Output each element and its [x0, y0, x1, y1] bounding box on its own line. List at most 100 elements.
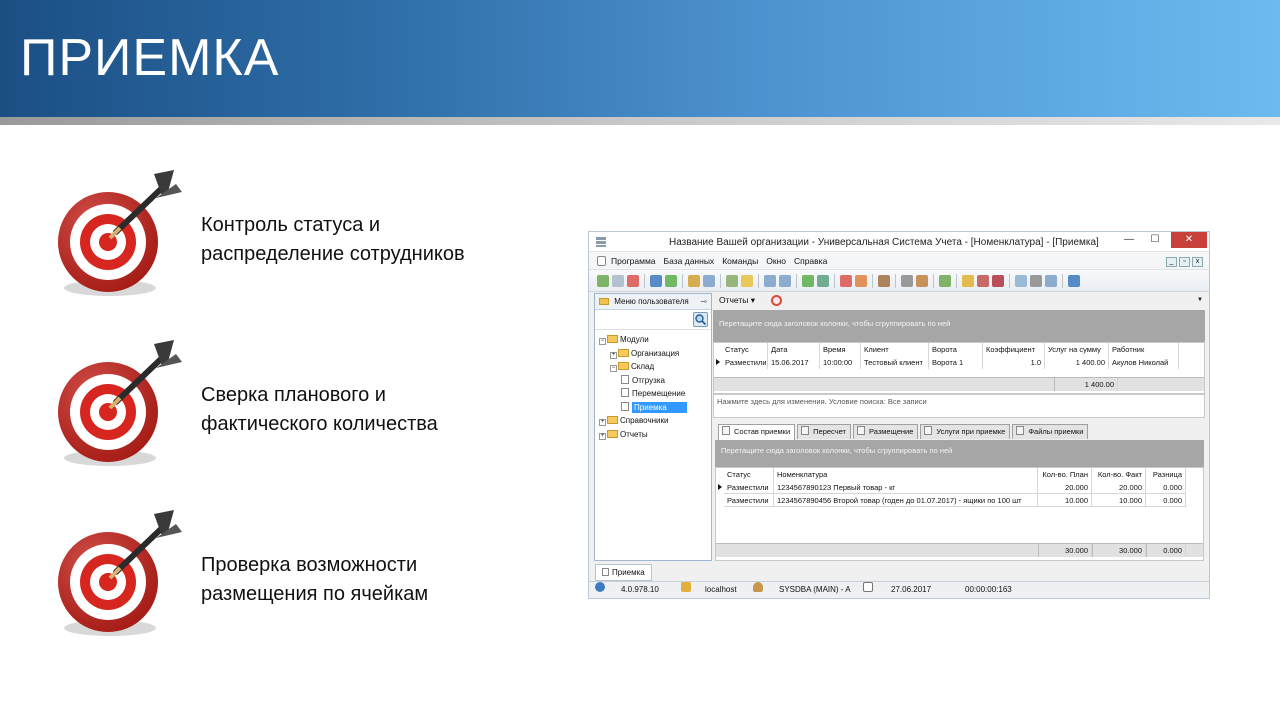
toolbar-button-icon[interactable] — [916, 274, 928, 287]
version-label: 4.0.978.10 — [621, 585, 659, 594]
toolbar-button-icon[interactable] — [612, 274, 624, 287]
window-title: Название Вашей организации - Универсальн… — [669, 237, 1099, 248]
tree-item[interactable]: Отгрузка — [595, 374, 711, 388]
search-button[interactable] — [693, 312, 708, 327]
column-header[interactable]: Дата — [768, 343, 820, 356]
menu-item[interactable]: Команды — [722, 256, 758, 266]
toolbar-button-icon[interactable] — [741, 274, 753, 287]
table-cell: 20.000 — [1092, 481, 1146, 494]
column-header[interactable]: Кол-во. План — [1038, 468, 1092, 481]
reports-dropdown[interactable]: Отчеты ▾ — [719, 295, 755, 306]
window-titlebar: Название Вашей организации - Универсальн… — [589, 232, 1209, 252]
column-header[interactable]: Время — [820, 343, 861, 356]
stop-icon[interactable] — [771, 295, 782, 306]
toolbar-button-icon[interactable] — [764, 274, 776, 287]
detail-tab[interactable]: Состав приемки — [718, 424, 796, 440]
bullet-line: Сверка планового и — [201, 384, 386, 406]
tree-item[interactable]: + Отчеты — [595, 428, 711, 442]
tree-item[interactable]: − Склад — [595, 360, 711, 374]
column-header[interactable]: Статус — [722, 343, 768, 356]
table-cell: 10.000 — [1092, 494, 1146, 507]
toolbar-button-icon[interactable] — [962, 274, 974, 287]
detail-tab[interactable]: Файлы приемки — [1012, 424, 1089, 439]
toolbar-button-icon[interactable] — [878, 274, 890, 287]
mdi-minimize-button[interactable]: _ — [1166, 257, 1177, 267]
toolbar-button-icon[interactable] — [840, 274, 852, 287]
toolbar-button-icon[interactable] — [688, 274, 700, 287]
table-cell: Тестовый клиент — [861, 356, 929, 369]
toolbar-button-icon[interactable] — [817, 274, 829, 287]
tree-item[interactable]: Приемка — [595, 401, 711, 415]
menu-item[interactable]: База данных — [664, 256, 715, 266]
expand-icon[interactable]: + — [599, 432, 606, 440]
toolbar-button-icon[interactable] — [703, 274, 715, 287]
menu-item[interactable]: Справка — [794, 256, 827, 266]
detail-tab-label: Файлы приемки — [1028, 427, 1084, 436]
table-cell: Разместили — [724, 494, 774, 507]
maximize-button[interactable]: ☐ — [1143, 232, 1167, 248]
toolbar-button-icon[interactable] — [1030, 274, 1042, 287]
mdi-restore-button[interactable]: ▫ — [1179, 257, 1190, 267]
table-row[interactable]: Разместили 1234567890456 Второй товар (го… — [716, 494, 1186, 507]
detail-tab[interactable]: Услуги при приемке — [920, 424, 1011, 439]
toolbar-button-icon[interactable] — [1068, 274, 1080, 287]
column-header[interactable]: Коэффициент — [983, 343, 1045, 356]
toolbar-button-icon[interactable] — [1045, 274, 1057, 287]
toolbar-button-icon[interactable] — [992, 274, 1004, 287]
folder-icon — [599, 298, 609, 305]
filter-bar[interactable]: Нажмите здесь для изменения. Условие пои… — [713, 394, 1205, 418]
toolbar-button-icon[interactable] — [901, 274, 913, 287]
menu-item[interactable]: Программа — [611, 256, 656, 266]
document-tab-priemka[interactable]: Приемка — [595, 564, 652, 581]
column-header[interactable]: Кол-во. Факт — [1092, 468, 1146, 481]
detail-group-by-bar[interactable]: Перетащите сюда заголовок колонки, чтобы… — [715, 440, 1204, 467]
toolbar-button-icon[interactable] — [665, 274, 677, 287]
toolbar-separator — [682, 273, 683, 288]
menu-item[interactable]: Окно — [766, 256, 786, 266]
toolbar-button-icon[interactable] — [779, 274, 791, 287]
column-header[interactable]: Клиент — [861, 343, 929, 356]
tree-item[interactable]: + Справочники — [595, 414, 711, 428]
tree-item[interactable]: Перемещение — [595, 387, 711, 401]
detail-tab[interactable]: Размещение — [853, 424, 919, 439]
column-header[interactable]: Статус — [724, 468, 774, 481]
toolbar-separator — [1009, 273, 1010, 288]
toolbar-button-icon[interactable] — [977, 274, 989, 287]
receipts-grid-footer: 1 400.00 — [714, 377, 1204, 391]
tree-item-label: Склад — [631, 362, 655, 371]
toolbar-button-icon[interactable] — [627, 274, 639, 287]
column-header[interactable]: Услуг на сумму — [1045, 343, 1109, 356]
minimize-button[interactable]: — — [1117, 232, 1141, 248]
tree-item-label: Перемещение — [632, 389, 686, 398]
toolbar-button-icon[interactable] — [939, 274, 951, 287]
tree-item[interactable]: − Модули — [595, 333, 711, 347]
collapse-icon[interactable]: − — [610, 365, 617, 372]
toolbar-button-icon[interactable] — [650, 274, 662, 287]
toolbar-button-icon[interactable] — [802, 274, 814, 287]
toolbar-button-icon[interactable] — [855, 274, 867, 287]
expand-icon[interactable]: + — [610, 351, 617, 359]
tree-item[interactable]: + Организация — [595, 347, 711, 361]
table-row[interactable]: Разместили 15.06.2017 10:00:00 Тестовый кли… — [714, 356, 1179, 369]
table-cell: 1234567890123 Первый товар - кг — [774, 481, 1038, 494]
table-cell: Ворота 1 — [929, 356, 983, 369]
toolbar-button-icon[interactable] — [726, 274, 738, 287]
table-row[interactable]: Разместили 1234567890123 Первый товар - к… — [716, 481, 1186, 494]
mdi-close-button[interactable]: x — [1192, 257, 1203, 267]
pin-icon[interactable]: ⊸ — [700, 294, 707, 310]
chevron-down-icon[interactable]: ▼ — [1197, 297, 1203, 303]
column-header[interactable]: Разница — [1146, 468, 1186, 481]
toolbar-button-icon[interactable] — [1015, 274, 1027, 287]
collapse-icon[interactable]: − — [599, 338, 606, 345]
column-header[interactable]: Ворота — [929, 343, 983, 356]
detail-tab[interactable]: Пересчет — [797, 424, 851, 439]
target-icon — [50, 506, 190, 646]
group-by-bar[interactable]: Перетащите сюда заголовок колонки, чтобы… — [713, 310, 1205, 342]
mdi-controls: _ ▫ x — [1166, 257, 1203, 267]
timer-label: 00:00:00:163 — [965, 585, 1012, 594]
toolbar-button-icon[interactable] — [597, 274, 609, 287]
column-header[interactable]: Работник — [1109, 343, 1179, 356]
expand-icon[interactable]: + — [599, 419, 606, 426]
close-button[interactable]: ✕ — [1171, 232, 1207, 248]
column-header[interactable]: Номенклатура — [774, 468, 1038, 481]
